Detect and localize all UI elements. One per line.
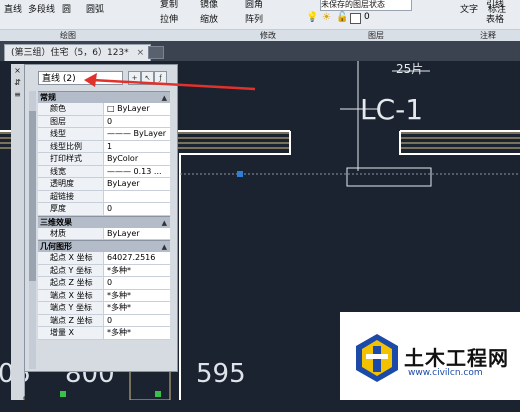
logo-mark-icon	[356, 334, 398, 382]
watermark-name: 土木工程网	[404, 346, 509, 370]
watermark-logo: 土木工程网 www.civilcn.com	[340, 312, 520, 400]
watermark-url: www.civilcn.com	[408, 368, 483, 378]
